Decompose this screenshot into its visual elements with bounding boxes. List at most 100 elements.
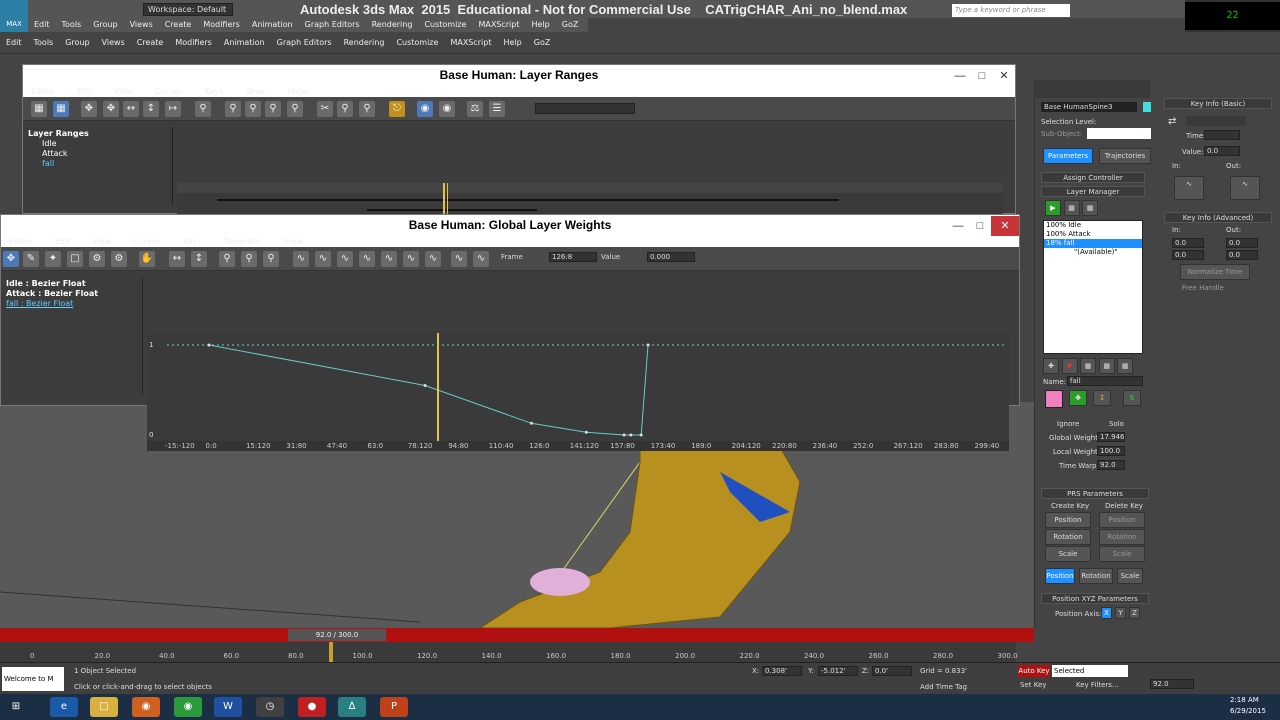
time-slider-track[interactable]: 92.0 / 300.0 <box>0 628 1034 642</box>
collapse-layer-icon[interactable]: ▦ <box>1117 358 1134 374</box>
weight-curve-plot[interactable] <box>147 333 1009 441</box>
curve-ruler[interactable]: -15:-120 0:0 15:120 31:80 47:40 63:0 78:120 94:… <box>147 441 1009 451</box>
layer-item-fall[interactable]: 18% fall <box>1044 239 1142 248</box>
menu-top-edit[interactable]: Edit <box>28 18 56 32</box>
cut-icon[interactable]: ✂ <box>317 101 333 117</box>
workspace-dropdown[interactable]: Workspace: Default <box>143 3 233 16</box>
record-icon[interactable]: ● <box>298 697 326 717</box>
range-bar-idle[interactable] <box>217 199 839 201</box>
mode-position-button[interactable]: Position <box>1045 568 1075 584</box>
menu-main-edit[interactable]: Edit <box>0 32 28 54</box>
mode-scale-button[interactable]: Scale <box>1117 568 1143 584</box>
menu-main-customize[interactable]: Customize <box>390 32 444 54</box>
frame-field[interactable]: 126:8 <box>549 252 597 262</box>
axis-y-button[interactable]: Y <box>1115 607 1126 619</box>
menu-top-tools[interactable]: Tools <box>56 18 88 32</box>
tree-item-fall-curve[interactable]: fall : Bezier Float <box>6 299 139 309</box>
max-icon[interactable]: ∆ <box>338 697 366 717</box>
frame-value-icon[interactable]: ↕ <box>191 251 207 267</box>
normalize-time-button[interactable]: Normalize Time <box>1180 264 1250 280</box>
search-input[interactable]: Type a keyword or phrase <box>952 4 1070 17</box>
outline-icon[interactable]: ☰ <box>489 101 505 117</box>
maximize-button[interactable]: □ <box>969 216 991 236</box>
adv-in-field-1[interactable]: 0.0 <box>1172 238 1204 248</box>
pan-icon[interactable]: ✋ <box>139 251 155 267</box>
y-coord-field[interactable]: -5.012' <box>818 666 858 676</box>
snap-icon[interactable]: ◉ <box>417 101 433 117</box>
region-icon[interactable]: □ <box>67 251 83 267</box>
menu-top-maxscript[interactable]: MAXScript <box>472 18 525 32</box>
add-time-tag[interactable]: Add Time Tag <box>920 683 967 691</box>
layer-list[interactable]: 100% Idle 100% Attack 18% fall "(Availab… <box>1043 220 1143 354</box>
clock-app-icon[interactable]: ◷ <box>256 697 284 717</box>
position-xyz-rollout[interactable]: Position XYZ Parameters <box>1041 593 1149 604</box>
menu-main-rendering[interactable]: Rendering <box>338 32 391 54</box>
menu-top-help[interactable]: Help <box>526 18 556 32</box>
menu-main-group[interactable]: Group <box>59 32 95 54</box>
free-handle-checkbox[interactable]: Free Handle <box>1182 284 1224 292</box>
add-keys-icon[interactable]: ✦ <box>45 251 61 267</box>
adv-in-field-2[interactable]: 0.0 <box>1172 250 1204 260</box>
assign-controller-rollout[interactable]: Assign Controller <box>1041 172 1145 183</box>
layer-manager-rollout[interactable]: Layer Manager <box>1041 186 1145 197</box>
auto-key-button[interactable]: Auto Key <box>1018 665 1050 677</box>
save-layer-icon[interactable]: ↧ <box>1093 390 1111 406</box>
current-frame-field[interactable]: 92.0 <box>1150 679 1194 689</box>
lock-icon[interactable]: ⎋ <box>389 101 405 117</box>
copy-layer-icon[interactable]: ▦ <box>1080 358 1097 374</box>
tree-item-attack-curve[interactable]: Attack : Bezier Float <box>6 289 139 299</box>
close-button[interactable]: ✕ <box>991 216 1019 236</box>
delete-position-button[interactable]: Position <box>1099 512 1145 528</box>
menu-top-animation[interactable]: Animation <box>246 18 299 32</box>
play-layer-icon[interactable]: ▶ <box>1045 200 1061 216</box>
create-rotation-button[interactable]: Rotation <box>1045 529 1091 545</box>
menu-top-goz[interactable]: GoZ <box>556 18 585 32</box>
tree-item-layer-ranges[interactable]: Layer Ranges <box>28 129 169 139</box>
isolate-curve-icon[interactable]: ⚲ <box>263 251 279 267</box>
hierarchy-icon[interactable]: ⚖ <box>467 101 483 117</box>
frame-horizontal-icon[interactable]: ↔ <box>169 251 185 267</box>
menu-main-tools[interactable]: Tools <box>28 32 60 54</box>
move-layer-icon[interactable]: ✥ <box>1069 390 1087 406</box>
key-info-advanced-rollout[interactable]: Key Info (Advanced) <box>1164 212 1272 223</box>
paste-layer-icon[interactable]: ▦ <box>1098 358 1115 374</box>
layer-name-field[interactable]: fall <box>1067 376 1143 386</box>
edit-ranges-icon[interactable]: ▦ <box>53 101 69 117</box>
insert-time-icon[interactable]: ↦ <box>165 101 181 117</box>
add-layer-icon[interactable]: ▦ <box>1063 200 1080 216</box>
key-nav-arrows-icon[interactable]: ⇄ <box>1168 116 1176 127</box>
curve-graph[interactable]: 1 0 -15:-120 0:0 15:120 31:80 47:40 63:0 78:12… <box>147 333 1009 451</box>
set-key-button[interactable]: Set Key <box>1020 681 1046 689</box>
menu-top-rendering[interactable]: Rendering <box>366 18 419 32</box>
menu-main-views[interactable]: Views <box>96 32 131 54</box>
zoom-horizontal-icon[interactable]: ⚲ <box>245 101 261 117</box>
adv-out-field-2[interactable]: 0.0 <box>1226 250 1258 260</box>
tab-trajectories[interactable]: Trajectories <box>1099 148 1151 164</box>
tangent-custom-icon[interactable]: ∿ <box>315 251 331 267</box>
layer-item-available[interactable]: "(Available)" <box>1044 248 1142 257</box>
local-weight-field[interactable]: 100.0 <box>1097 446 1125 456</box>
time-marker[interactable] <box>437 333 439 451</box>
timeline-ruler[interactable]: 0 20.0 40.0 60.0 80.0 100.0 120.0 140.0 160.0 180… <box>0 642 1018 662</box>
time-cursor[interactable] <box>329 642 333 662</box>
zoom-icon[interactable]: ⚲ <box>195 101 211 117</box>
tangent-smooth-icon[interactable]: ∿ <box>425 251 441 267</box>
global-weight-field[interactable]: 17.946 <box>1097 432 1125 442</box>
close-button[interactable]: ✕ <box>993 66 1015 86</box>
axis-z-button[interactable]: Z <box>1129 607 1140 619</box>
menu-main-help[interactable]: Help <box>498 32 528 54</box>
move-keys-icon[interactable]: ✥ <box>81 101 97 117</box>
pan-icon[interactable]: ⚲ <box>287 101 303 117</box>
key-value-field[interactable]: 0.0 <box>1204 146 1240 156</box>
value-field[interactable]: 0.000 <box>647 252 695 262</box>
menu-main-modifiers[interactable]: Modifiers <box>169 32 218 54</box>
retime-icon[interactable]: ⚙ <box>89 251 105 267</box>
delete-layer-icon[interactable]: ✖ <box>1061 358 1078 374</box>
sub-object-dropdown[interactable] <box>1087 128 1151 139</box>
menu-top-graph-editors[interactable]: Graph Editors <box>299 18 366 32</box>
time-slider[interactable]: 92.0 / 300.0 <box>288 629 386 641</box>
maximize-button[interactable]: □ <box>971 66 993 86</box>
reorder-layer-icon[interactable]: ⇅ <box>1123 390 1141 406</box>
ie-icon[interactable]: e <box>50 697 78 717</box>
zoom-icon[interactable]: ⚲ <box>219 251 235 267</box>
